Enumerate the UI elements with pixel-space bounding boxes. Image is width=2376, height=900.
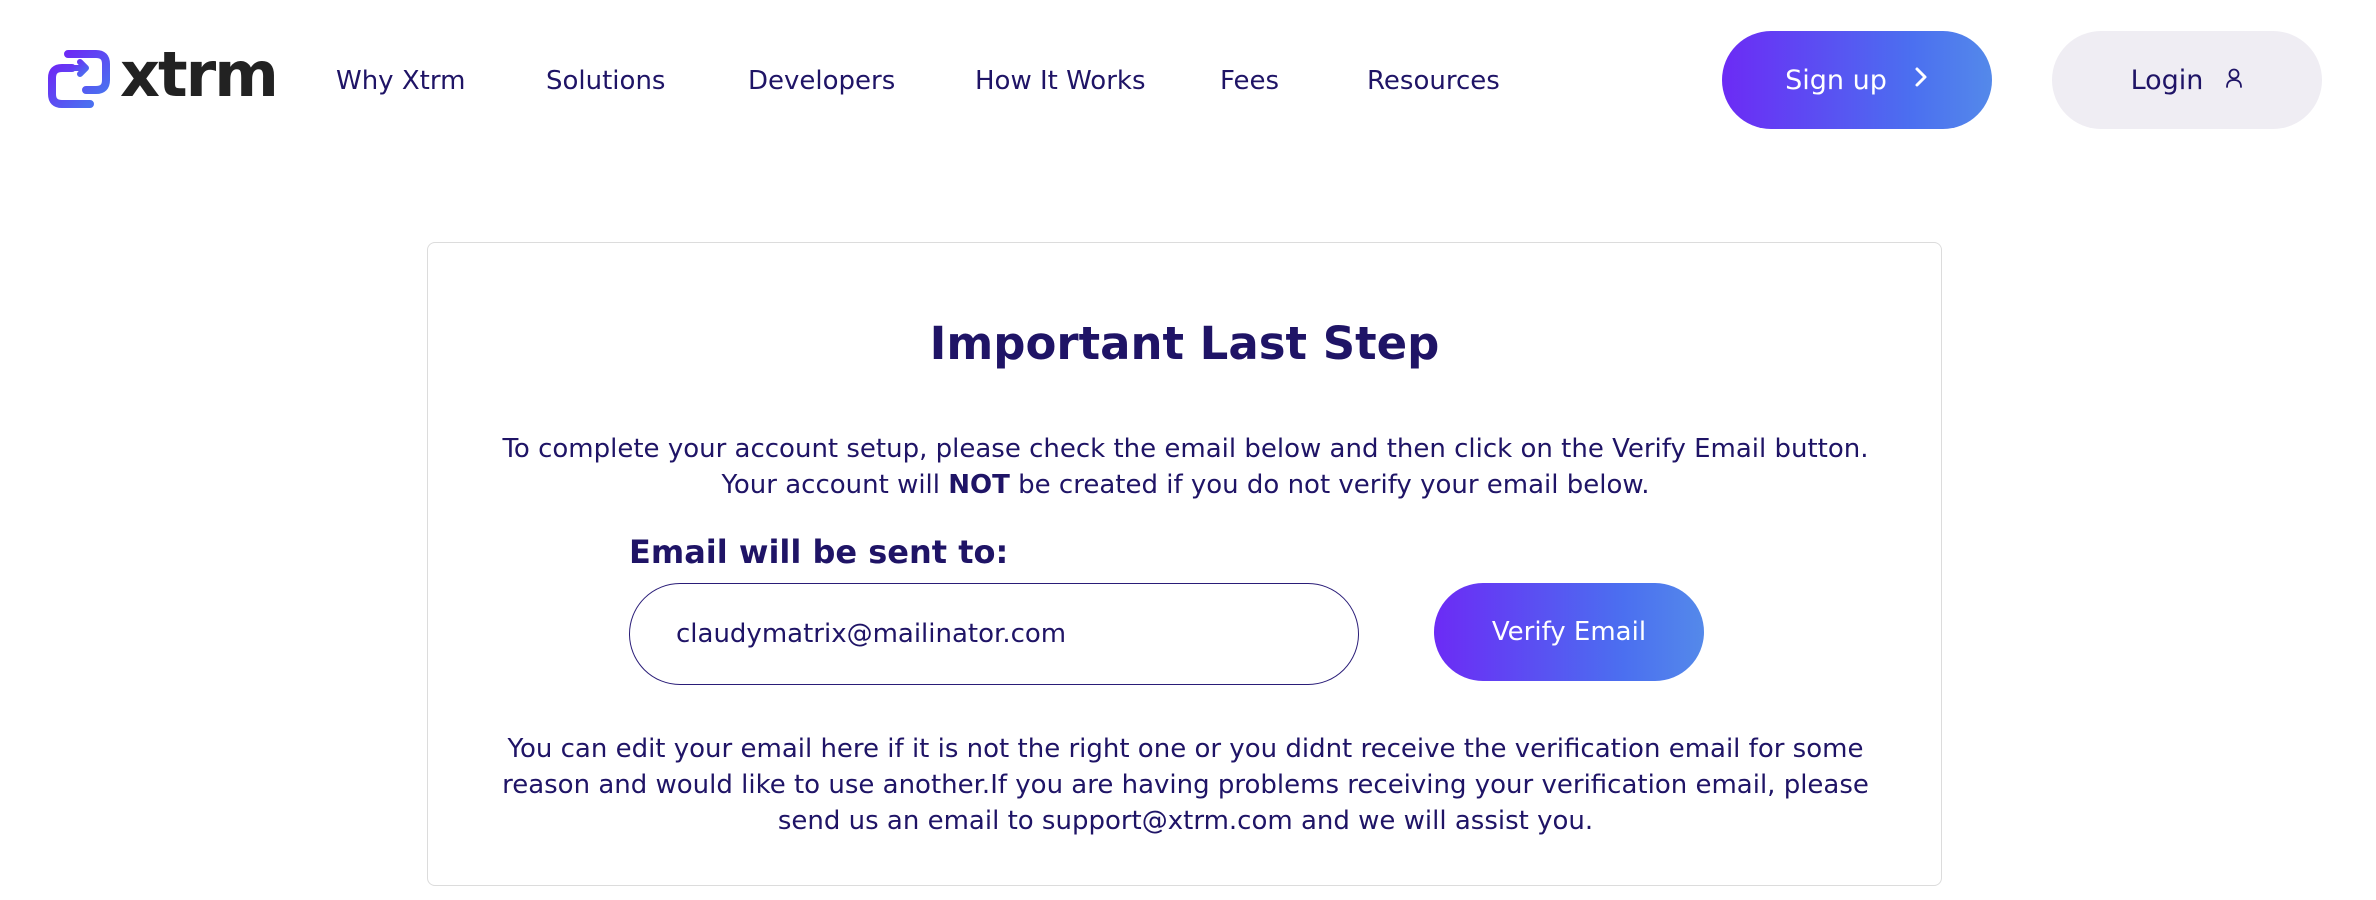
nav-fees[interactable]: Fees [1220, 66, 1279, 96]
chevron-right-icon [1913, 65, 1929, 96]
card-title: Important Last Step [929, 317, 1440, 370]
site-header: xtrm Why Xtrm Solutions Developers How I… [0, 0, 2376, 160]
nav-resources[interactable]: Resources [1367, 66, 1500, 96]
email-label: Email will be sent to: [629, 533, 1009, 571]
intro-text-emphasis: NOT [948, 470, 1010, 500]
xtrm-logo[interactable]: xtrm [46, 38, 279, 114]
verify-email-button[interactable]: Verify Email [1434, 583, 1704, 681]
sign-up-button[interactable]: Sign up [1722, 31, 1992, 129]
login-label: Login [2130, 64, 2204, 96]
nav-how-it-works[interactable]: How It Works [975, 66, 1146, 96]
email-input[interactable] [629, 583, 1359, 685]
user-icon [2225, 65, 2243, 96]
help-text: You can edit your email here if it is no… [502, 734, 1869, 836]
sign-up-label: Sign up [1785, 64, 1887, 96]
nav-why-xtrm[interactable]: Why Xtrm [336, 66, 465, 96]
logo-wordmark: xtrm [120, 38, 279, 111]
intro-text-end: be created if you do not verify your ema… [1009, 470, 1650, 500]
verification-card: Important Last Step To complete your acc… [427, 242, 1942, 886]
login-button[interactable]: Login [2052, 31, 2322, 129]
nav-developers[interactable]: Developers [748, 66, 895, 96]
nav-solutions[interactable]: Solutions [546, 66, 665, 96]
intro-text: To complete your account setup, please c… [488, 431, 1883, 503]
xtrm-logo-icon [46, 46, 112, 112]
